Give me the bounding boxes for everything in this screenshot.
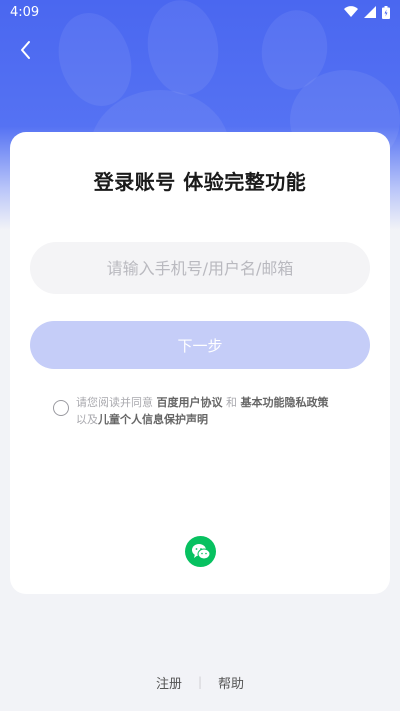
signal-icon bbox=[364, 6, 376, 18]
user-agreement-link[interactable]: 百度用户协议 bbox=[157, 396, 223, 409]
footer-links: 注册 | 帮助 bbox=[0, 673, 400, 692]
wechat-icon bbox=[191, 543, 210, 559]
footer-divider: | bbox=[197, 675, 203, 689]
child-privacy-link[interactable]: 儿童个人信息保护声明 bbox=[98, 413, 208, 426]
battery-icon bbox=[382, 5, 390, 19]
login-card: 登录账号 体验完整功能 下一步 请您阅读并同意 百度用户协议 和 基本功能隐私政… bbox=[10, 132, 390, 594]
status-time: 4:09 bbox=[10, 4, 40, 20]
wifi-icon bbox=[344, 6, 358, 18]
help-link[interactable]: 帮助 bbox=[218, 673, 244, 692]
page-title: 登录账号 体验完整功能 bbox=[93, 170, 307, 194]
agreement-checkbox[interactable] bbox=[53, 400, 69, 416]
register-link[interactable]: 注册 bbox=[156, 673, 182, 692]
status-icons bbox=[344, 5, 390, 19]
agreement-line2-prefix: 以及 bbox=[76, 413, 98, 426]
back-button[interactable] bbox=[14, 38, 38, 62]
agreement-prefix: 请您阅读并同意 bbox=[76, 396, 157, 409]
agreement-row: 请您阅读并同意 百度用户协议 和 基本功能隐私政策 以及儿童个人信息保护声明 bbox=[53, 394, 375, 428]
agreement-and: 和 bbox=[222, 396, 241, 409]
back-icon bbox=[21, 41, 30, 59]
agreement-text: 请您阅读并同意 百度用户协议 和 基本功能隐私政策 以及儿童个人信息保护声明 bbox=[76, 394, 375, 428]
wechat-login-button[interactable] bbox=[185, 536, 216, 567]
account-input[interactable] bbox=[30, 242, 370, 294]
privacy-policy-link[interactable]: 基本功能隐私政策 bbox=[241, 396, 329, 409]
next-button[interactable]: 下一步 bbox=[30, 321, 370, 369]
status-bar: 4:09 bbox=[0, 0, 400, 24]
